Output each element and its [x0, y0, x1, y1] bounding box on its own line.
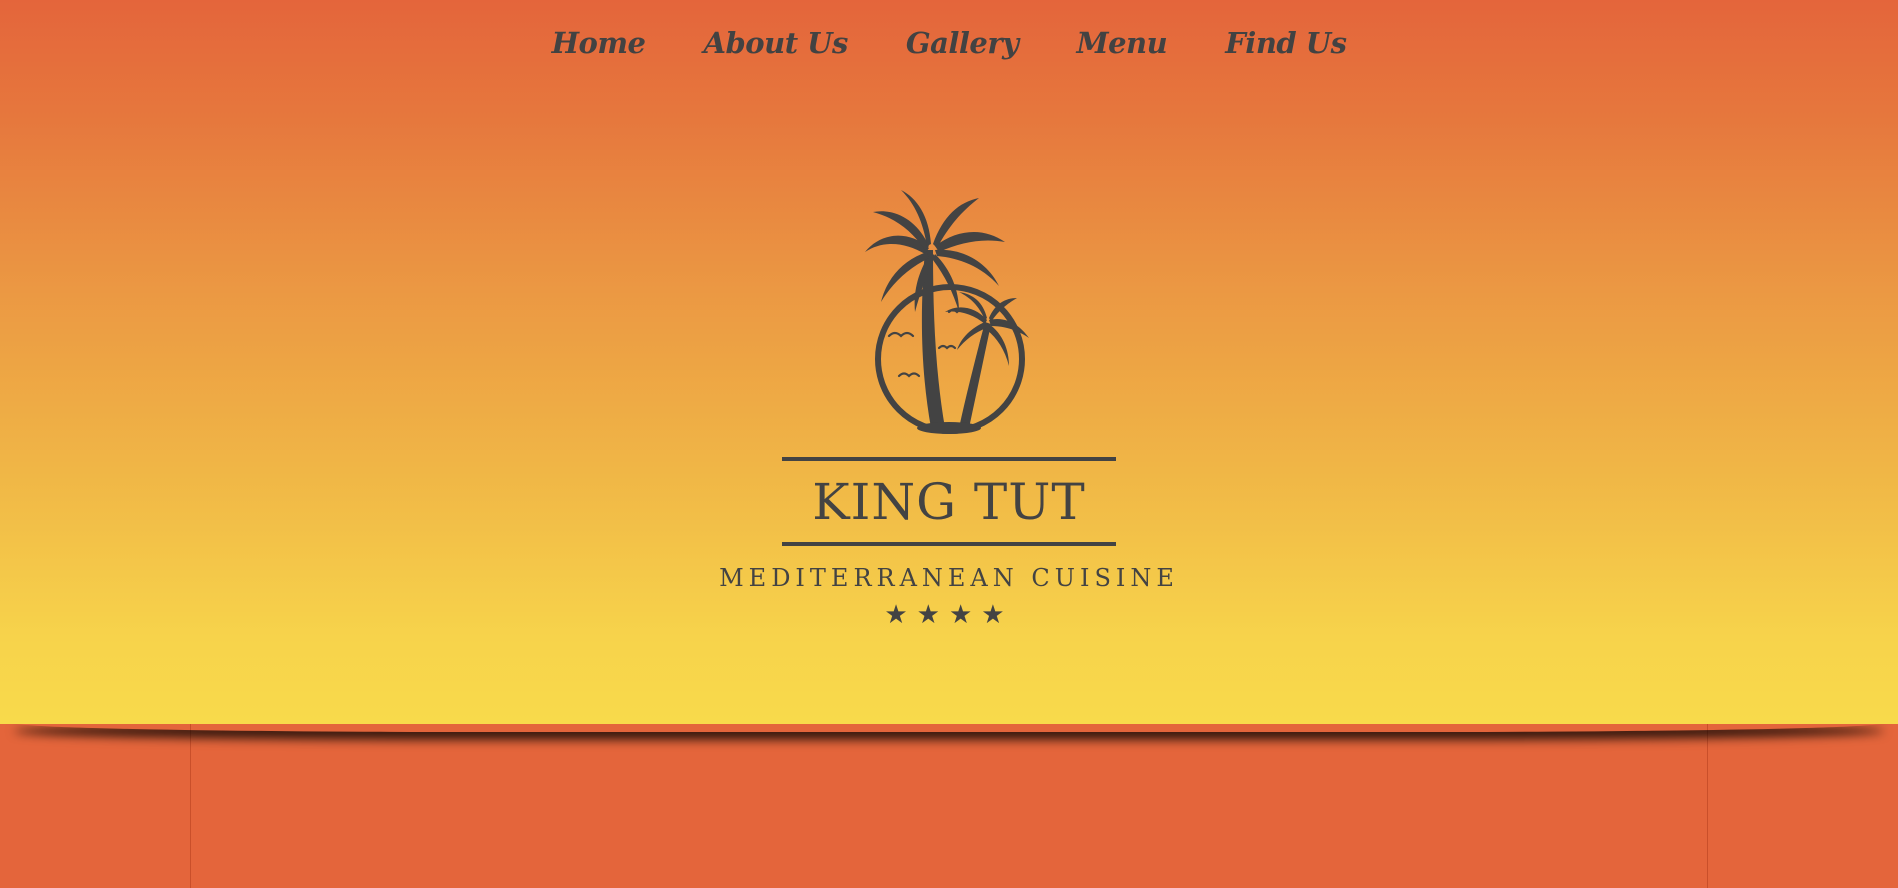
brand-name: KING TUT	[812, 473, 1086, 531]
palm-tree-sun-icon	[865, 190, 1029, 434]
content-area	[0, 724, 1898, 888]
nav-home[interactable]: Home	[552, 18, 646, 68]
content-border-left	[190, 724, 191, 888]
nav-menu[interactable]: Menu	[1076, 18, 1167, 68]
logo-divider-bottom	[782, 542, 1116, 546]
nav-find-us[interactable]: Find Us	[1225, 18, 1347, 68]
star-rating: ★★★★	[884, 600, 1014, 630]
brand-tagline: MEDITERRANEAN CUISINE	[719, 564, 1179, 592]
content-border-right	[1707, 724, 1708, 888]
logo-divider-top	[782, 457, 1116, 461]
nav-about-us[interactable]: About Us	[703, 18, 848, 68]
main-nav: Home About Us Gallery Menu Find Us	[0, 18, 1898, 68]
hero-banner: Home About Us Gallery Menu Find Us KING …	[0, 0, 1898, 724]
nav-gallery[interactable]: Gallery	[906, 18, 1019, 68]
